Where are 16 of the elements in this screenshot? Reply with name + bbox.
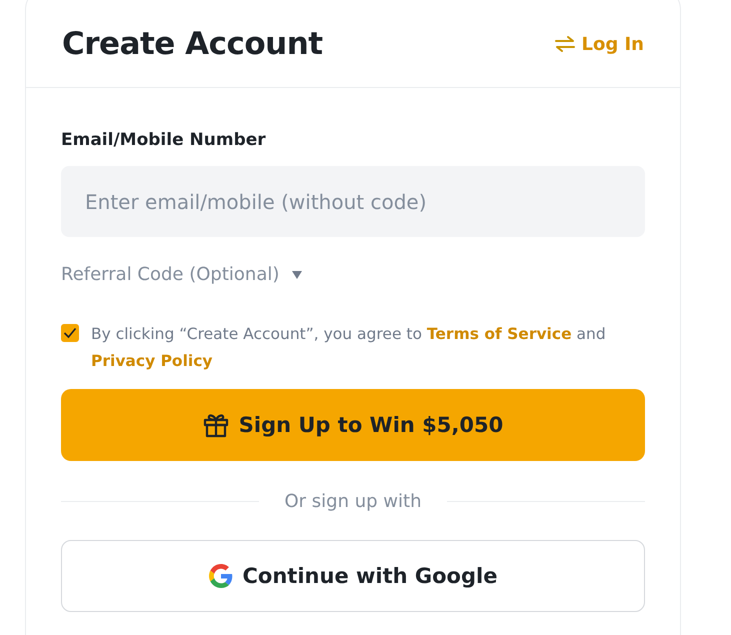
email-field[interactable]: Enter email/mobile (without code) [61,166,645,237]
agree-checkbox[interactable] [61,324,79,342]
agreement-text: By clicking “Create Account”, you agree to Terms of Service and Privacy Policy [91,324,607,372]
privacy-link[interactable]: Privacy Policy [91,352,212,370]
google-button[interactable]: Continue with Google [61,540,645,612]
divider-text: Or sign up with [284,491,422,512]
terms-link[interactable]: Terms of Service [426,325,572,343]
google-icon [208,564,233,588]
check-icon [63,327,77,339]
swap-arrows-icon [554,35,576,53]
signup-button[interactable]: Sign Up to Win $5,050 [61,389,645,461]
gift-icon [202,412,229,438]
referral-toggle[interactable]: Referral Code (Optional) [61,264,304,285]
field-label: Email/Mobile Number [61,130,267,150]
login-link[interactable]: Log In [554,34,644,54]
page-title: Create Account [62,26,323,62]
